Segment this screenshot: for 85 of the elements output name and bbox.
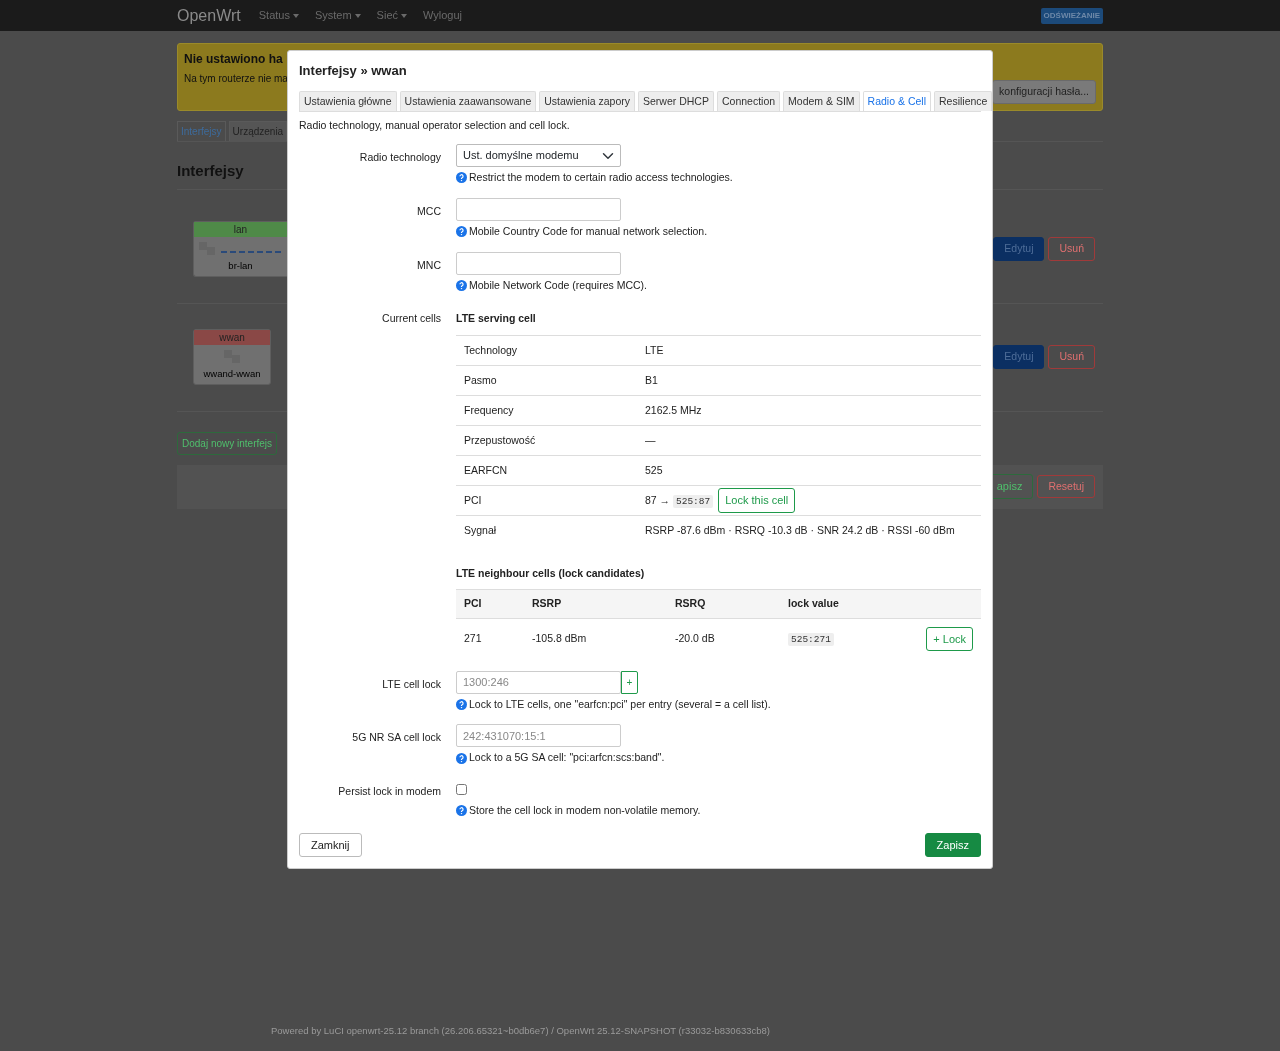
password-button[interactable]: konfiguracji hasła...	[992, 80, 1096, 104]
footer-link[interactable]: LuCI openwrt-25.12 branch (26.206.65321~b0db6e7) / OpenWrt 25.12-SNAPSHOT (r33032-b830633cb8)	[323, 1025, 770, 1036]
help-icon	[456, 226, 467, 238]
help-text: Mobile Country Code for manual network selection.	[469, 223, 708, 239]
table-cell: Sygnał	[456, 515, 637, 546]
brand-logo[interactable]: OpenWrt	[177, 3, 241, 28]
help-icon	[456, 698, 467, 710]
table-cell: —	[637, 425, 981, 456]
table-cell: LTE	[637, 335, 981, 366]
table-cell: 2162.5 MHz	[637, 395, 981, 426]
text-field[interactable]	[456, 251, 621, 275]
help-text: Lock to LTE cells, one "earfcn:pci" per entry (several = a cell list).	[469, 696, 771, 712]
help-text: Restrict the modem to certain radio access technologies.	[469, 170, 733, 185]
warning-title: Nie ustawiono ha	[184, 51, 284, 68]
table-title: LTE neighbour cells (lock candidates)	[456, 565, 646, 581]
menu-item[interactable]: Wyloguj	[423, 7, 463, 24]
column-header: PCI	[456, 589, 524, 619]
interface-name: wwan	[194, 330, 270, 346]
help-text: Store the cell lock in modem non-volatile memory.	[469, 802, 701, 818]
tab[interactable]: Ustawienia główne	[299, 90, 397, 112]
tab[interactable]: Modem & SIM	[783, 90, 860, 112]
table-cell: 525	[637, 455, 981, 486]
table-cell: Pasmo	[456, 365, 637, 396]
close-button[interactable]: Zamknij	[299, 832, 362, 857]
text-field[interactable]	[456, 197, 621, 221]
tab[interactable]: Connection	[716, 90, 781, 112]
help-icon	[456, 805, 467, 817]
menu-item[interactable]: System	[314, 7, 361, 24]
field-label: MNC	[416, 257, 441, 273]
help-icon	[456, 172, 467, 184]
tab[interactable]: Radio & Cell	[862, 90, 931, 112]
footer-text: Powered by	[271, 1025, 323, 1036]
table-cell: EARFCN	[456, 455, 637, 486]
delete-button[interactable]: Usuń	[1048, 237, 1095, 261]
lock-value: 525:271	[788, 632, 834, 646]
field-label: MCC	[416, 203, 441, 219]
edit-button[interactable]: Edytuj	[993, 345, 1045, 369]
refresh-badge[interactable]: ODŚWIEŻANIE	[1040, 7, 1103, 24]
table-cell: Frequency	[456, 395, 637, 426]
help-icon	[456, 752, 467, 764]
field-label: LTE cell lock	[381, 676, 441, 692]
menu-item[interactable]: Status	[258, 7, 299, 24]
add-interface-button[interactable]: Dodaj nowy interfejs	[177, 431, 278, 455]
table-cell: Przepustowość	[456, 425, 637, 456]
table-cell: RSRP -87.6 dBm · RSRQ -10.3 dB · SNR 24.2 dB · RSSI -60 dBm	[637, 515, 981, 546]
tab[interactable]: Ustawienia zaawansowane	[399, 90, 537, 112]
tab[interactable]: Resilience	[934, 90, 993, 112]
warning-text: Na tym routerze nie ma	[184, 72, 288, 86]
menu-item[interactable]: Sieć	[376, 7, 407, 24]
help-icon	[456, 279, 467, 291]
table-cell: Technology	[456, 335, 637, 366]
column-header: RSRP	[524, 589, 667, 619]
lock-value: 525:87	[673, 495, 714, 509]
text-field[interactable]: 242:431070:15:1	[456, 724, 621, 748]
column-header: lock value	[780, 589, 880, 619]
lock-button[interactable]: + Lock	[926, 626, 973, 651]
table-cell: -105.8 dBm	[524, 618, 667, 659]
technology-select[interactable]: Ust. domyślne modemu	[456, 144, 621, 167]
device-name: wwand-wwan	[202, 367, 262, 382]
tab-description: Radio technology, manual operator selection and cell lock.	[299, 118, 571, 134]
table-cell-text: 87 →	[645, 494, 672, 507]
save-button[interactable]: Zapisz	[924, 832, 981, 857]
edit-button[interactable]: Edytuj	[993, 237, 1045, 261]
field-label: Persist lock in modem	[337, 784, 441, 799]
interface-name: lan	[194, 222, 287, 238]
table-cell: B1	[637, 365, 981, 396]
help-text: Mobile Network Code (requires MCC).	[469, 277, 647, 293]
lock-cell-button[interactable]: Lock this cell	[718, 488, 796, 513]
table-cell: PCI	[456, 485, 637, 516]
column-header: RSRQ	[667, 589, 780, 619]
modal-title: Interfejsy » wwan	[299, 62, 408, 80]
delete-button[interactable]: Usuń	[1048, 345, 1095, 369]
device-name: br-lan	[227, 259, 254, 274]
cell-lock-field[interactable]: 1300:246	[456, 670, 621, 694]
field-label: Current cells	[381, 311, 441, 327]
table-cell: 271	[456, 618, 524, 659]
add-entry-button[interactable]: +	[621, 670, 638, 694]
help-text: Lock to a 5G SA cell: "pci:arfcn:scs:band".	[469, 750, 665, 766]
tab[interactable]: Ustawienia zapory	[539, 90, 635, 112]
field-label: 5G NR SA cell lock	[351, 730, 441, 746]
table-cell: -20.0 dB	[667, 618, 780, 659]
reset-button[interactable]: Resetuj	[1037, 474, 1095, 499]
table-title: LTE serving cell	[456, 311, 537, 327]
persist-checkbox[interactable]	[456, 784, 467, 795]
tab[interactable]: Serwer DHCP	[638, 90, 714, 112]
